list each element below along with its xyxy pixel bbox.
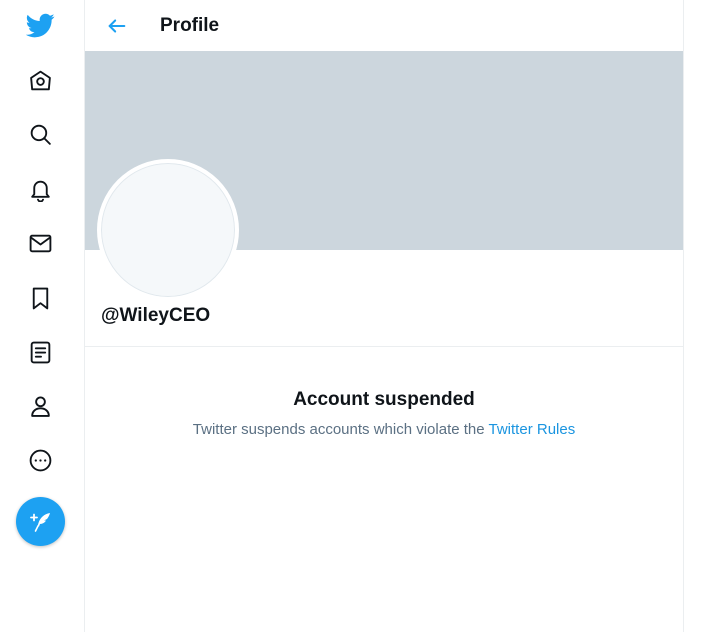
suspended-title: Account suspended [293, 389, 475, 410]
divider [85, 346, 683, 347]
page-title: Profile [160, 15, 220, 36]
search-icon[interactable] [22, 116, 58, 152]
back-button[interactable] [103, 12, 131, 40]
avatar[interactable] [97, 159, 239, 301]
sidebar-nav [0, 0, 84, 632]
home-icon[interactable] [22, 62, 58, 98]
more-icon[interactable] [22, 442, 58, 478]
list-icon[interactable] [22, 334, 58, 370]
mail-icon[interactable] [22, 225, 58, 261]
profile-header: Profile [85, 0, 683, 51]
profile-handle: @WileyCEO [101, 305, 211, 326]
feather-plus-icon [29, 512, 50, 532]
profile-main-column: Profile @WileyCEO Account suspended Twit… [84, 0, 684, 632]
twitter-rules-link[interactable]: Twitter Rules [489, 421, 576, 438]
suspended-message: Twitter suspends accounts which violate … [85, 420, 683, 440]
twitter-logo-icon[interactable] [22, 7, 58, 43]
suspended-message-text: Twitter suspends accounts which violate … [192, 421, 485, 438]
compose-tweet-button[interactable] [16, 497, 65, 546]
bell-icon[interactable] [22, 171, 58, 207]
profile-icon[interactable] [22, 388, 58, 424]
bookmark-icon[interactable] [22, 280, 58, 316]
arrow-left-icon [108, 19, 126, 33]
